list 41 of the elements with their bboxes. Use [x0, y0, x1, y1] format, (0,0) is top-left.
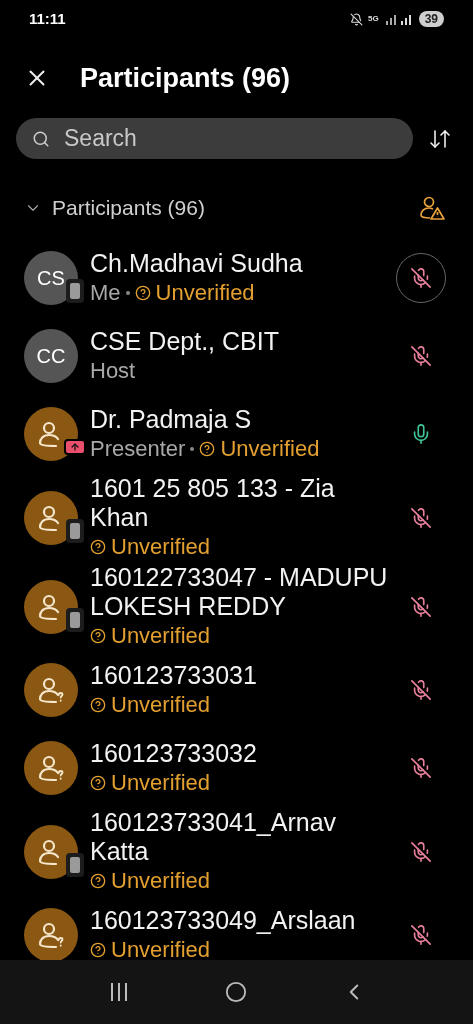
participant-role: Host — [90, 357, 136, 385]
help-icon — [90, 872, 106, 889]
verification-status: Unverified — [111, 769, 211, 797]
participant-name: 160122733047 - MADUPU LOKESH REDDY — [90, 563, 389, 621]
participant-role: Me — [90, 279, 121, 307]
participant-name: 1601 25 805 133 - Zia Khan — [90, 474, 336, 532]
section-toggle[interactable]: Participants (96) — [24, 192, 205, 224]
help-icon — [90, 941, 106, 958]
help-icon — [90, 627, 106, 644]
home-icon — [225, 981, 248, 1003]
help-icon — [90, 696, 106, 713]
help-icon — [90, 538, 106, 555]
help-icon — [134, 284, 151, 301]
verification-status: Unverified — [111, 622, 211, 650]
mute-button[interactable] — [396, 253, 446, 303]
participant-name: 160123733049_Arslaan — [90, 906, 357, 935]
person-warning-icon[interactable] — [419, 195, 445, 221]
participant-role: Presenter — [90, 435, 186, 463]
verification-status: Unverified — [111, 691, 211, 719]
help-icon — [199, 440, 216, 457]
battery-indicator: 39 — [418, 11, 444, 27]
search-field[interactable]: Search — [16, 118, 413, 159]
network-indicator: 5G — [367, 15, 379, 23]
verification-status: Unverified — [111, 936, 211, 960]
verification-status: Unverified — [155, 279, 255, 307]
verification-status: Unverified — [111, 867, 211, 895]
status-time: 11:11 — [29, 8, 66, 29]
page-title: Participants (96) — [80, 61, 291, 95]
signal-icon — [383, 13, 414, 25]
participant-name: 160123733031 — [90, 661, 258, 690]
participant-name: 160123733041_Arnav Katta — [90, 808, 338, 866]
participant-name: Ch.Madhavi Sudha — [90, 249, 304, 278]
help-icon — [90, 774, 106, 791]
avatar: CS — [24, 251, 78, 305]
mute-icon — [349, 12, 363, 26]
participant-name: CSE Dept., CBIT — [90, 327, 280, 356]
verification-status: Unverified — [220, 435, 320, 463]
verification-status: Unverified — [111, 533, 211, 561]
participant-name: Dr. Padmaja S — [90, 405, 253, 434]
participant-name: 160123733032 — [90, 739, 258, 768]
avatar: CC — [24, 329, 78, 383]
